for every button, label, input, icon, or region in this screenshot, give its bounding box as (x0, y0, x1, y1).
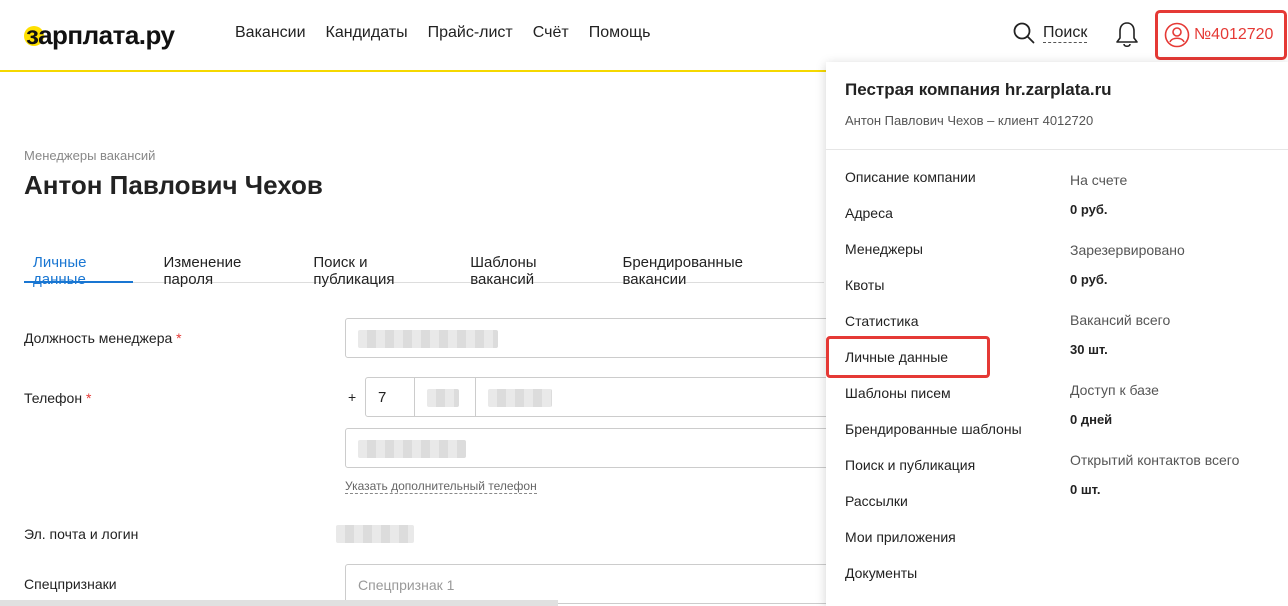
add-phone-link[interactable]: Указать дополнительный телефон (345, 479, 537, 494)
tabs: Личные данные Изменение пароля Поиск и п… (24, 245, 824, 288)
nav-invoice[interactable]: Счёт (533, 24, 569, 42)
menu-search-publication[interactable]: Поиск и публикация (826, 456, 1051, 492)
email-value (336, 525, 414, 543)
menu-addresses[interactable]: Адреса (826, 204, 1051, 240)
stat-vacancies-value: 30 шт. (1070, 342, 1108, 357)
area-code-input[interactable] (414, 377, 476, 417)
blurred-value (427, 389, 459, 407)
position-label-text: Должность менеджера (24, 330, 173, 346)
horizontal-scrollbar[interactable] (0, 600, 558, 606)
logo-text: зарплата.ру (26, 19, 175, 50)
menu-company-description[interactable]: Описание компании (826, 168, 1051, 204)
page-title: Антон Павлович Чехов (24, 170, 323, 200)
nav-pricelist[interactable]: Прайс-лист (428, 24, 513, 42)
menu-mailings[interactable]: Рассылки (826, 492, 1051, 528)
tab-personal-data[interactable]: Личные данные (24, 245, 134, 288)
menu-managers[interactable]: Менеджеры (826, 240, 1051, 276)
phone-number-input[interactable] (475, 377, 845, 417)
search-button[interactable]: Поиск (1013, 22, 1088, 44)
menu-quotas[interactable]: Квоты (826, 276, 1051, 312)
email-label: Эл. почта и логин (24, 526, 139, 542)
phone-label: Телефон * (24, 390, 91, 406)
user-icon (1164, 22, 1190, 48)
stat-balance-label: На счете (1070, 172, 1128, 188)
bell-icon[interactable] (1114, 20, 1140, 50)
tab-change-password[interactable]: Изменение пароля (163, 245, 283, 288)
blurred-value (358, 330, 498, 348)
phone-extra-input[interactable] (345, 428, 845, 468)
required-mark: * (85, 390, 92, 406)
position-input[interactable] (345, 318, 845, 358)
country-code-value: 7 (378, 389, 387, 406)
stat-contacts-value: 0 шт. (1070, 482, 1101, 497)
menu-email-templates[interactable]: Шаблоны писем (826, 384, 1051, 420)
stat-db-access-label: Доступ к базе (1070, 382, 1159, 398)
tab-branded-vacancies[interactable]: Брендированные вакансии (622, 245, 794, 288)
account-dropdown: Пестрая компания hr.zarplata.ru Антон Па… (826, 62, 1288, 606)
stat-reserved-label: Зарезервировано (1070, 242, 1185, 258)
account-button[interactable]: №4012720 (1155, 10, 1287, 60)
menu-my-apps[interactable]: Мои приложения (826, 528, 1051, 564)
search-icon (1013, 22, 1035, 44)
logo[interactable]: зарплата.ру (24, 20, 175, 50)
stat-balance-value: 0 руб. (1070, 202, 1108, 217)
personal-data-highlight (826, 336, 990, 378)
tab-vacancy-templates[interactable]: Шаблоны вакансий (470, 245, 592, 288)
nav-help[interactable]: Помощь (589, 24, 651, 42)
nav-candidates[interactable]: Кандидаты (326, 24, 408, 42)
dropdown-stats: На счете 0 руб. Зарезервировано 0 руб. В… (1070, 172, 1239, 522)
phone-label-text: Телефон (24, 390, 83, 406)
stat-db-access-value: 0 дней (1070, 412, 1113, 427)
position-label: Должность менеджера * (24, 330, 182, 346)
search-label: Поиск (1043, 23, 1088, 43)
dropdown-client-info: Антон Павлович Чехов – клиент 4012720 (845, 113, 1094, 128)
special-input[interactable]: Спецпризнак 1 (345, 564, 845, 604)
stat-contacts-label: Открытий контактов всего (1070, 452, 1240, 468)
country-code-input[interactable]: 7 (365, 377, 415, 417)
special-label: Спецпризнаки (24, 576, 117, 592)
main-nav: Вакансии Кандидаты Прайс-лист Счёт Помощ… (235, 24, 670, 42)
menu-documents[interactable]: Документы (826, 564, 1051, 600)
required-mark: * (176, 330, 182, 346)
blurred-value (488, 389, 552, 407)
dropdown-divider (826, 149, 1288, 150)
stat-vacancies-label: Вакансий всего (1070, 312, 1171, 328)
nav-vacancies[interactable]: Вакансии (235, 24, 306, 42)
menu-branded-templates[interactable]: Брендированные шаблоны (826, 420, 1051, 456)
account-number: №4012720 (1194, 26, 1274, 43)
phone-plus: + (348, 389, 357, 405)
dropdown-menu: Описание компании Адреса Менеджеры Квоты… (826, 168, 1051, 600)
breadcrumb[interactable]: Менеджеры вакансий (24, 148, 155, 163)
stat-reserved-value: 0 руб. (1070, 272, 1108, 287)
tab-search-publication[interactable]: Поиск и публикация (313, 245, 440, 288)
blurred-value (358, 440, 466, 458)
special-placeholder: Спецпризнак 1 (358, 577, 455, 593)
dropdown-company-name: Пестрая компания hr.zarplata.ru (845, 80, 1112, 99)
